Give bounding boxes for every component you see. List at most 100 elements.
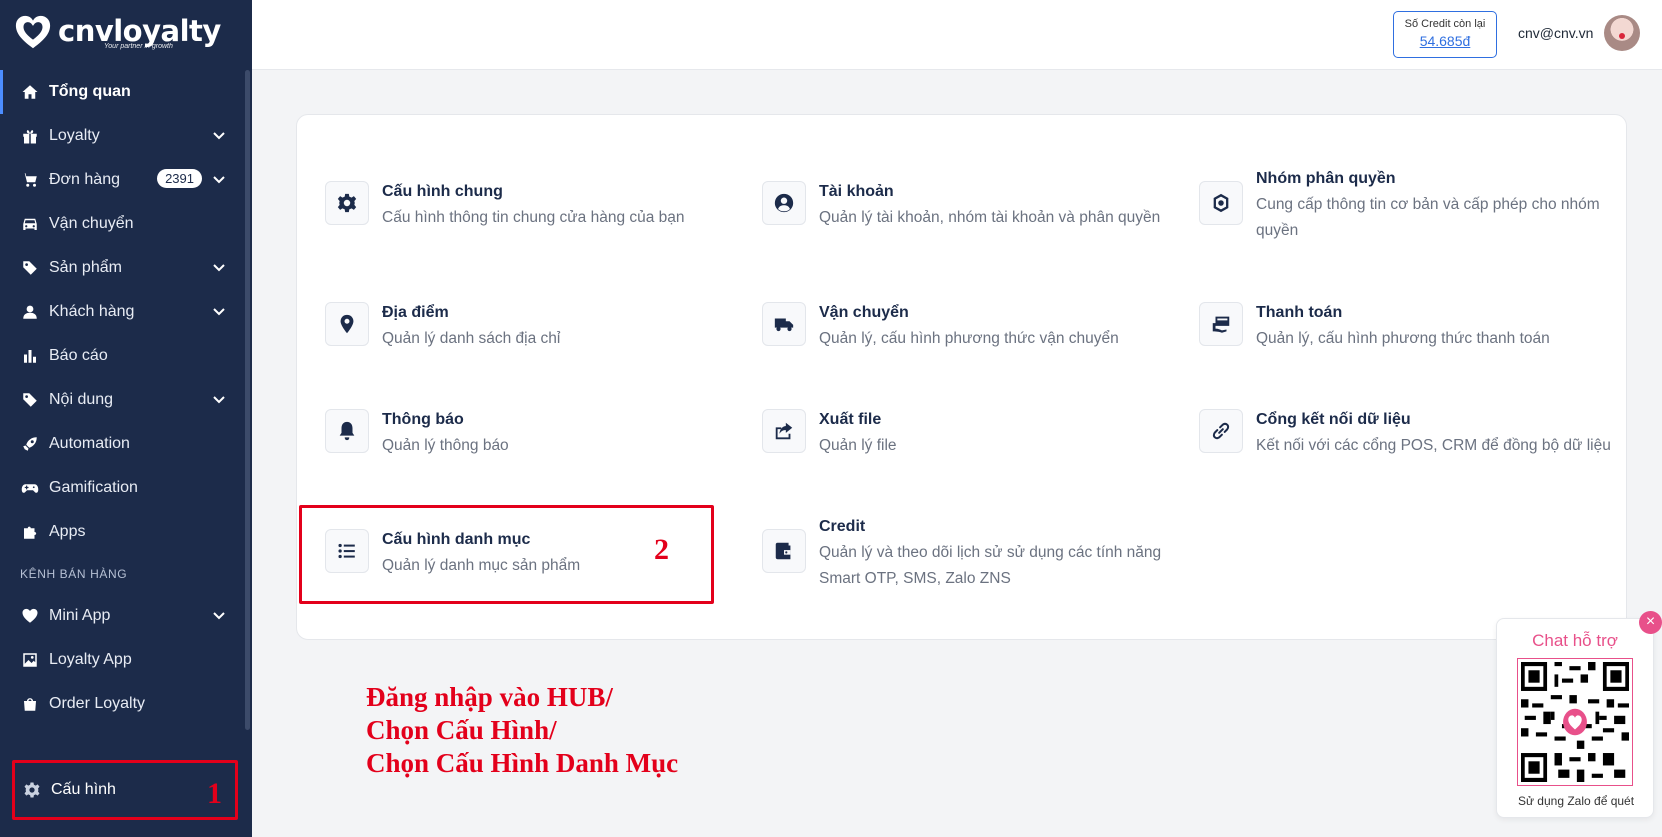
avatar[interactable] [1604,15,1640,51]
instruction-line-2: Chọn Cấu Hình/ [366,715,557,745]
puzzle-icon [20,522,40,542]
sidebar-item-mini-app[interactable]: Mini App [0,594,244,638]
sidebar-item-label: Tổng quan [49,83,131,100]
support-chat-widget[interactable]: Chat hỗ trợ Sử dụng Zalo để quét [1496,618,1654,818]
tile-title: Nhóm phân quyền [1256,170,1396,187]
sidebar-item-apps[interactable]: Apps [0,510,244,554]
chevron-down-icon[interactable] [212,304,226,318]
user-circle-icon [762,181,806,225]
sidebar-item-label: Gamification [49,479,138,496]
zalo-qr-code-icon [1517,658,1633,786]
tile-desc: Quản lý file [819,437,897,454]
sidebar-item-san-pham[interactable]: Sản phẩm [0,246,244,290]
instruction-text: Đăng nhập vào HUB/ Chọn Cấu Hình/ Chọn C… [366,681,678,780]
tile-thanh-toan[interactable]: Thanh toán Quản lý, cấu hình phương thức… [1199,302,1550,352]
chevron-down-icon[interactable] [212,172,226,186]
car-icon [20,214,40,234]
sidebar-item-noi-dung[interactable]: Nội dung [0,378,244,422]
chevron-down-icon[interactable] [212,260,226,274]
gear-icon [22,780,42,800]
sidebar-item-label: Đơn hàng [49,171,120,188]
chat-title: Chat hỗ trợ [1532,631,1618,650]
step-marker-1: 1 [207,777,222,810]
instruction-line-1: Đăng nhập vào HUB/ [366,682,613,712]
order-count-badge: 2391 [157,169,202,188]
sidebar-item-label: Mini App [49,607,111,624]
tile-title: Thông báo [382,411,464,428]
tile-title: Credit [819,518,866,535]
sidebar-item-label: Order Loyalty [49,695,146,712]
sidebar-nav: Tổng quan Loyalty Đơn hàng 2391 Vận chuy… [0,70,244,726]
tile-title: Thanh toán [1256,304,1343,321]
heart-icon [20,606,40,626]
chevron-down-icon[interactable] [212,128,226,142]
sidebar-item-gamification[interactable]: Gamification [0,466,244,510]
sidebar-item-automation[interactable]: Automation [0,422,244,466]
tag-icon [20,390,40,410]
credit-balance-box[interactable]: Số Credit còn lại 54.685đ [1393,11,1497,58]
sidebar-item-loyalty-app[interactable]: Loyalty App [0,638,244,682]
tile-desc: Cấu hình thông tin chung cửa hàng của bạ… [382,209,685,226]
tile-desc: Quản lý, cấu hình phương thức thanh toán [1256,330,1550,347]
brand-logo[interactable]: cnvloyalty Your partner in growth [14,14,221,52]
sidebar-item-cau-hinh[interactable]: Cấu hình 1 [12,760,238,820]
sidebar-item-label: Loyalty App [49,651,132,668]
sidebar-item-order-loyalty[interactable]: Order Loyalty [0,682,244,726]
sidebar-item-bao-cao[interactable]: Báo cáo [0,334,244,378]
tile-desc: Quản lý danh sách địa chỉ [382,330,561,347]
credit-value[interactable]: 54.685đ [1394,33,1496,49]
tile-thong-bao[interactable]: Thông báo Quản lý thông báo [325,409,509,459]
tile-desc: Quản lý thông báo [382,437,509,454]
tile-cau-hinh-chung[interactable]: Cấu hình chung Cấu hình thông tin chung … [325,181,685,231]
location-pin-icon [325,302,369,346]
sidebar-item-label: Cấu hình [51,781,116,798]
sidebar-item-label: Sản phẩm [49,259,122,276]
sidebar-item-label: Apps [49,523,86,540]
tile-dia-diem[interactable]: Địa điểm Quản lý danh sách địa chỉ [325,302,560,352]
close-icon[interactable]: × [1639,611,1662,634]
chat-caption: Sử dụng Zalo để quét [1517,794,1635,808]
tile-title: Vận chuyển [819,304,909,321]
sidebar-item-label: Automation [49,435,130,452]
gift-icon [20,126,40,146]
rocket-icon [20,434,40,454]
sidebar-item-loyalty[interactable]: Loyalty [0,114,244,158]
sidebar-item-label: Báo cáo [49,347,108,364]
tile-xuat-file[interactable]: Xuất file Quản lý file [762,409,897,459]
bell-icon [325,409,369,453]
sidebar-scrollbar[interactable] [245,70,250,730]
image-icon [20,650,40,670]
gamepad-icon [20,478,40,498]
tile-title: Địa điểm [382,304,449,321]
highlight-box-step-2: 2 [299,505,714,604]
tile-title: Cấu hình chung [382,183,503,200]
person-icon [20,302,40,322]
home-icon [20,82,40,102]
tile-credit[interactable]: Credit Quản lý và theo dõi lịch sử sử dụ… [762,516,1161,592]
sidebar-item-khach-hang[interactable]: Khách hàng [0,290,244,334]
sidebar-item-tong-quan[interactable]: Tổng quan [0,70,244,114]
sales-channel-section-label: KÊNH BÁN HÀNG [20,567,128,581]
sidebar-item-don-hang[interactable]: Đơn hàng 2391 [0,158,244,202]
instruction-line-3: Chọn Cấu Hình Danh Mục [366,748,679,778]
tile-desc-line-2: quyền [1256,222,1299,239]
brand-tagline: Your partner in growth [104,42,173,50]
tile-van-chuyen[interactable]: Vận chuyển Quản lý, cấu hình phương thức… [762,302,1119,352]
sidebar-item-label: Khách hàng [49,303,135,320]
tile-desc: Quản lý, cấu hình phương thức vận chuyển [819,330,1119,347]
tile-tai-khoan[interactable]: Tài khoản Quản lý tài khoản, nhóm tài kh… [762,181,1160,231]
truck-icon [762,302,806,346]
chevron-down-icon[interactable] [212,608,226,622]
tile-title: Xuất file [819,411,882,428]
tile-desc: Quản lý và theo dõi lịch sử sử dụng các … [819,544,1162,561]
tile-nhom-phan-quyen[interactable]: Nhóm phân quyền Cung cấp thông tin cơ bả… [1199,168,1600,244]
tile-cong-ket-noi-du-lieu[interactable]: Cổng kết nối dữ liệu Kết nối với các cổn… [1199,409,1611,459]
tile-desc: Cung cấp thông tin cơ bản và cấp phép ch… [1256,196,1600,213]
user-email[interactable]: cnv@cnv.vn [1518,25,1593,41]
sidebar-item-label: Nội dung [49,391,114,408]
tag-icon [20,258,40,278]
bag-icon [20,694,40,714]
sidebar-item-van-chuyen[interactable]: Vận chuyển [0,202,244,246]
chevron-down-icon[interactable] [212,392,226,406]
permission-icon [1199,181,1243,225]
